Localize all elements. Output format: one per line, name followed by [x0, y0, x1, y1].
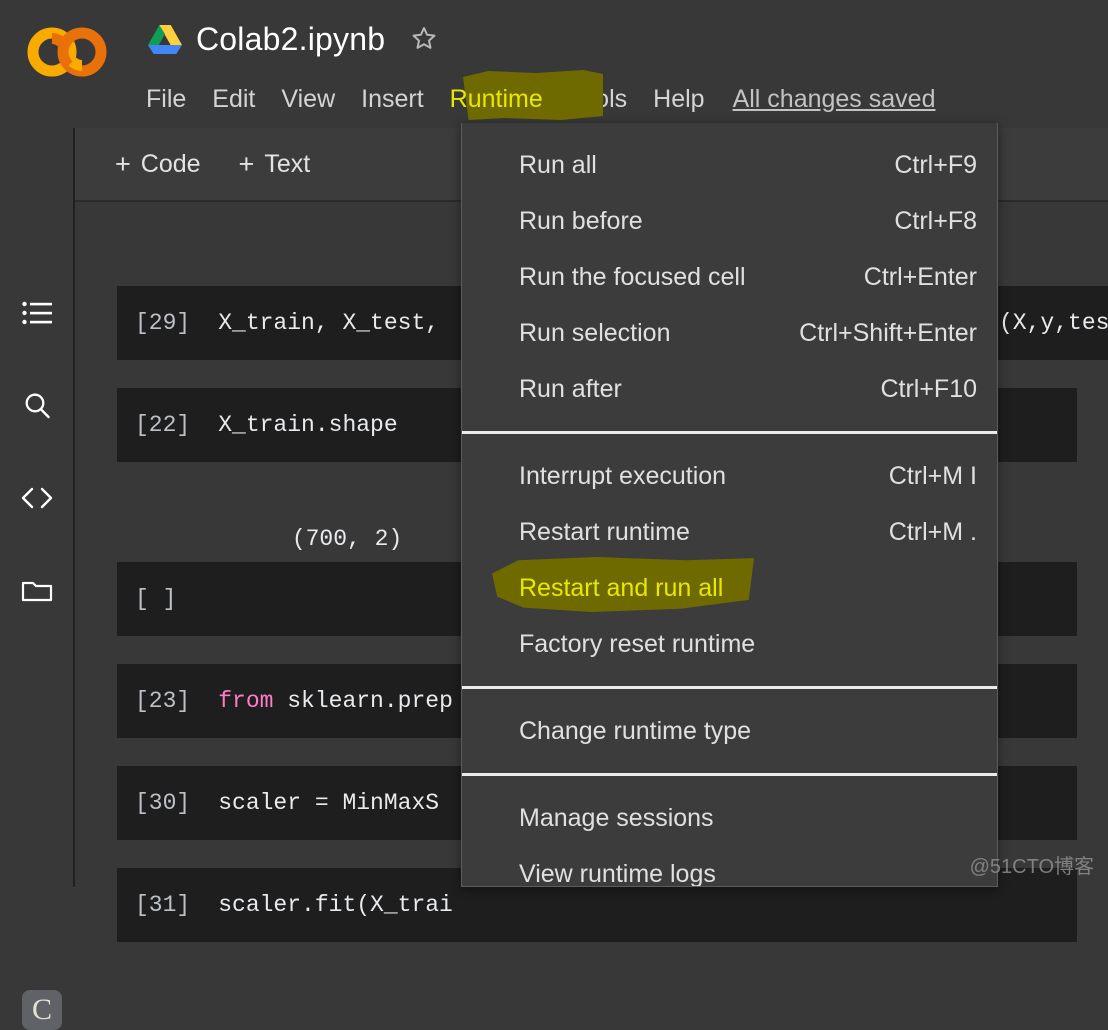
code-brackets-icon	[20, 486, 54, 510]
menu-item-label: View runtime logs	[519, 860, 716, 888]
sidebar-item-table-of-contents[interactable]	[14, 291, 60, 337]
cell-code: sklearn.prep	[273, 688, 452, 714]
menu-item-shortcut: Ctrl+Shift+Enter	[799, 319, 977, 348]
menu-item-label: Run before	[519, 207, 643, 236]
menu-tools[interactable]: Tools	[556, 83, 640, 116]
menu-item-label: Run after	[519, 375, 622, 404]
code-cell-overflow: (X,y,tes	[999, 286, 1108, 360]
menu-help[interactable]: Help	[640, 83, 717, 116]
menu-group-sessions: Manage sessions View runtime logs	[462, 776, 997, 887]
cell-code-keyword: from	[218, 688, 273, 714]
menu-item-interrupt-execution[interactable]: Interrupt execution Ctrl+M I	[462, 448, 997, 504]
search-icon	[22, 391, 52, 421]
menu-item-view-runtime-logs[interactable]: View runtime logs	[462, 846, 997, 887]
menu-group-runtime-type: Change runtime type	[462, 689, 997, 773]
cell-code: X_train, X_test,	[218, 310, 439, 336]
cell-output-text: (700, 2)	[292, 526, 402, 552]
menu-item-shortcut: Ctrl+F8	[894, 207, 977, 236]
cell-code: scaler.fit(X_trai	[218, 892, 453, 918]
menu-item-run-after[interactable]: Run after Ctrl+F10	[462, 361, 997, 417]
menu-edit[interactable]: Edit	[199, 83, 268, 116]
colab-corner-badge[interactable]: C	[22, 990, 62, 1030]
colab-logo[interactable]	[27, 22, 107, 82]
sidebar-item-files[interactable]	[14, 567, 60, 613]
menu-item-run-before[interactable]: Run before Ctrl+F8	[462, 193, 997, 249]
menu-item-label: Manage sessions	[519, 804, 714, 833]
menu-item-shortcut: Ctrl+M .	[889, 518, 977, 547]
cell-prompt: [30]	[135, 790, 190, 816]
menu-item-shortcut: Ctrl+F10	[880, 375, 977, 404]
cell-prompt: [22]	[135, 412, 190, 438]
menu-item-label: Restart and run all	[519, 574, 723, 603]
sidebar-item-code-snippets[interactable]	[14, 475, 60, 521]
page-title[interactable]: Colab2.ipynb	[196, 21, 385, 58]
menu-item-change-runtime-type[interactable]: Change runtime type	[462, 703, 997, 759]
menu-item-label: Run all	[519, 151, 597, 180]
menu-item-shortcut: Ctrl+M I	[889, 462, 977, 491]
menu-item-label: Run selection	[519, 319, 670, 348]
document-title-row: Colab2.ipynb	[148, 14, 439, 64]
menu-item-factory-reset-runtime[interactable]: Factory reset runtime	[462, 616, 997, 672]
sidebar-item-find-and-replace[interactable]	[14, 383, 60, 429]
menu-item-manage-sessions[interactable]: Manage sessions	[462, 790, 997, 846]
menu-item-label: Change runtime type	[519, 717, 751, 746]
plus-icon: +	[115, 151, 131, 178]
menu-item-run-the-focused-cell[interactable]: Run the focused cell Ctrl+Enter	[462, 249, 997, 305]
folder-icon	[21, 577, 53, 603]
cell-code: scaler = MinMaxS	[218, 790, 439, 816]
cell-code: X_train.shape	[218, 412, 397, 438]
menu-bar: File Edit View Insert Runtime Tools Help…	[133, 76, 935, 122]
cell-prompt: [ ]	[135, 586, 176, 612]
add-code-label: Code	[141, 150, 201, 179]
menu-item-restart-and-run-all[interactable]: Restart and run all	[462, 560, 997, 616]
star-outline-icon[interactable]	[399, 24, 439, 54]
menu-item-restart-runtime[interactable]: Restart runtime Ctrl+M .	[462, 504, 997, 560]
menu-runtime-label: Runtime	[450, 85, 543, 113]
cell-code-tail: (X,y,tes	[999, 310, 1108, 336]
cell-prompt: [23]	[135, 688, 190, 714]
left-sidebar: C	[0, 128, 75, 887]
menu-file[interactable]: File	[133, 83, 199, 116]
add-text-cell-button[interactable]: + Text	[239, 150, 311, 179]
menu-item-label: Run the focused cell	[519, 263, 746, 292]
save-status-link[interactable]: All changes saved	[733, 85, 936, 114]
runtime-dropdown-menu: Run all Ctrl+F9 Run before Ctrl+F8 Run t…	[461, 123, 998, 887]
menu-item-label: Factory reset runtime	[519, 630, 755, 659]
menu-runtime[interactable]: Runtime	[437, 83, 556, 116]
menu-view[interactable]: View	[268, 83, 348, 116]
menu-item-shortcut: Ctrl+F9	[894, 151, 977, 180]
menu-item-label: Interrupt execution	[519, 462, 726, 491]
add-code-cell-button[interactable]: + Code	[115, 150, 201, 179]
menu-insert[interactable]: Insert	[348, 83, 437, 116]
menu-item-run-all[interactable]: Run all Ctrl+F9	[462, 137, 997, 193]
menu-item-run-selection[interactable]: Run selection Ctrl+Shift+Enter	[462, 305, 997, 361]
menu-item-label: Restart runtime	[519, 518, 690, 547]
cell-prompt: [29]	[135, 310, 190, 336]
google-drive-icon	[148, 24, 182, 54]
add-text-label: Text	[264, 150, 310, 179]
menu-item-shortcut: Ctrl+Enter	[864, 263, 977, 292]
menu-group-run: Run all Ctrl+F9 Run before Ctrl+F8 Run t…	[462, 123, 997, 431]
cell-prompt: [31]	[135, 892, 190, 918]
watermark: @51CTO博客	[970, 850, 1094, 879]
app-header: Colab2.ipynb File Edit View Insert Runti…	[0, 0, 1108, 128]
plus-icon: +	[239, 151, 255, 178]
list-icon	[22, 301, 52, 327]
menu-group-runtime-control: Interrupt execution Ctrl+M I Restart run…	[462, 434, 997, 686]
